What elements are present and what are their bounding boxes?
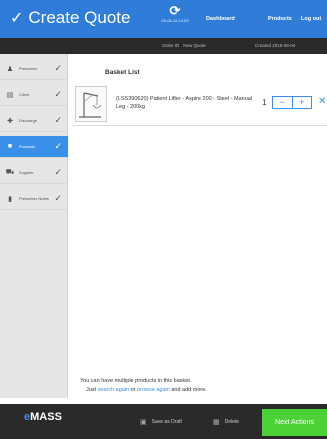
page-title: ✓ Create Quote xyxy=(10,8,130,28)
nav-dashboard[interactable]: Dashboard xyxy=(206,16,235,22)
browse-again-link[interactable]: browse again xyxy=(137,387,170,393)
save-icon: ▣ xyxy=(140,419,147,426)
product-quantity: 1 xyxy=(262,98,267,107)
sidebar-item-products[interactable]: ■ Products ✓ xyxy=(0,136,68,158)
basket-item: (LSS390620) Patient Lifter - Aspire 200 … xyxy=(72,84,327,126)
check-icon: ✓ xyxy=(54,63,62,73)
order-id-label: Order ID xyxy=(162,43,180,48)
app-header: ✓ Create Quote ⟳ 03-08-15 14:53 Dashboar… xyxy=(0,0,327,38)
order-id: Order ID New Quote xyxy=(162,43,206,48)
footnote-actions: Just search again or browse again and ad… xyxy=(80,386,207,395)
check-icon: ✓ xyxy=(54,115,62,125)
basket-panel: Basket List (LSS390620) Patient Lifter -… xyxy=(68,54,327,398)
medical-cross-icon: ✚ xyxy=(7,117,13,125)
next-actions-button[interactable]: Next Actions xyxy=(262,409,327,436)
sidebar-item-discharge[interactable]: ✚ Discharge ✓ xyxy=(0,110,68,132)
check-icon: ✓ xyxy=(54,193,62,203)
created-date: Created 2015-08-04 xyxy=(255,43,296,48)
save-draft-label: Save as Draft xyxy=(151,419,182,425)
order-info-bar: Order ID New Quote Created 2015-08-04 xyxy=(0,38,327,54)
box-icon: ■ xyxy=(7,143,13,150)
sync-button[interactable]: ⟳ 03-08-15 14:53 xyxy=(158,4,192,24)
product-thumbnail xyxy=(75,86,107,122)
remove-item-icon[interactable]: ✕ xyxy=(318,96,326,107)
basket-title: Basket List xyxy=(105,69,140,76)
sidebar-item-label: Discharge xyxy=(19,118,38,123)
footnote-line: You can have multiple products in this b… xyxy=(80,378,192,384)
page-title-text: Create Quote xyxy=(28,8,131,27)
decrease-button[interactable]: − xyxy=(273,97,293,108)
footer-bar: eMASS ▣ Save as Draft ▦ Delete Next Acti… xyxy=(0,404,327,439)
sidebar-item-label: Products xyxy=(19,144,35,149)
footnote-add-more: and add more. xyxy=(171,387,207,393)
check-icon: ✓ xyxy=(10,10,24,27)
trash-icon: ▦ xyxy=(213,419,220,426)
sync-timestamp: 03-08-15 14:53 xyxy=(161,18,189,23)
sidebar-item-label: Prescriber Notes xyxy=(19,196,49,201)
refresh-icon: ⟳ xyxy=(169,3,181,18)
patient-lifter-image xyxy=(79,92,102,118)
id-card-icon: ▤ xyxy=(6,91,14,99)
sidebar-item-supplier[interactable]: ⛟ Supplier ✓ xyxy=(0,162,68,184)
delete-label: Delete xyxy=(224,419,240,425)
check-icon: ✓ xyxy=(54,89,62,99)
sidebar-item-label: Prescriber xyxy=(19,66,38,71)
emass-logo: eMASS xyxy=(24,411,62,423)
check-icon: ✓ xyxy=(54,167,62,177)
product-name: (LSS390620) Patient Lifter - Aspire 200 … xyxy=(116,96,253,110)
quantity-stepper: − + xyxy=(272,96,312,109)
check-icon: ✓ xyxy=(54,141,62,151)
delete-button[interactable]: ▦ Delete xyxy=(213,418,239,426)
sidebar-item-prescriber-notes[interactable]: ▮ Prescriber Notes ✓ xyxy=(0,188,68,210)
nav-logout[interactable]: Log out xyxy=(301,16,321,22)
sidebar-item-client[interactable]: ▤ Client ✓ xyxy=(0,84,68,106)
sidebar-item-prescriber[interactable]: ♟ Prescriber ✓ xyxy=(0,58,68,80)
sidebar-item-label: Client xyxy=(19,92,30,97)
person-icon: ♟ xyxy=(6,65,14,73)
increase-button[interactable]: + xyxy=(293,97,312,108)
footnote-just: Just xyxy=(86,387,97,393)
basket-footnote: You can have multiple products in this b… xyxy=(80,377,207,395)
save-draft-button[interactable]: ▣ Save as Draft xyxy=(140,418,182,426)
truck-icon: ⛟ xyxy=(5,169,15,176)
sidebar: ♟ Prescriber ✓ ▤ Client ✓ ✚ Discharge ✓ … xyxy=(0,54,68,398)
sidebar-item-label: Supplier xyxy=(19,170,34,175)
nav-products[interactable]: Products xyxy=(268,16,292,22)
footnote-or: or xyxy=(130,387,136,393)
order-id-value: New Quote xyxy=(183,43,206,48)
search-again-link[interactable]: search again xyxy=(98,387,130,393)
folder-icon: ▮ xyxy=(8,195,12,203)
